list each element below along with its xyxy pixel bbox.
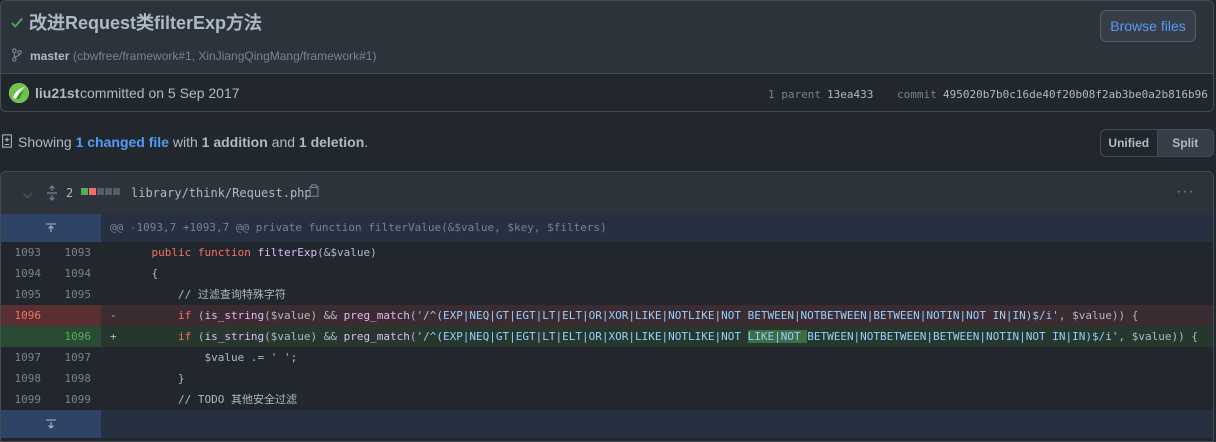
code-content: if (is_string($value) && preg_match('/^(… (177, 330, 1198, 343)
deleted-line: 1096 - if (is_string($value) && preg_mat… (1, 305, 1213, 326)
hunk-header-row: @@ -1093,7 +1093,7 @@ private function f… (1, 214, 1213, 242)
branch-refs: (cbwfree/framework#1, XinJiangQingMang/f… (73, 49, 377, 63)
expand-up-icon[interactable] (1, 214, 101, 242)
code-content: public function filterExp(&$value) (151, 246, 377, 259)
added-line: 1096 + if (is_string($value) && preg_mat… (1, 326, 1213, 347)
parent-label: 1 parent (768, 88, 821, 101)
old-line-number[interactable]: 1095 (1, 284, 42, 305)
code-line: 1095 1095 // 过滤查询特殊字符 (1, 284, 1213, 305)
addition-sign: + (110, 330, 117, 343)
new-line-number[interactable]: 1099 (51, 389, 92, 410)
copy-icon[interactable] (308, 184, 320, 198)
code-comment: // TODO 其他安全过滤 (125, 393, 297, 406)
author-name[interactable]: liu21st (35, 85, 79, 101)
diff-view-toggle: Unified Split (1100, 129, 1214, 157)
summary-with: with (168, 134, 202, 150)
code-content: $value .= ' '; (125, 351, 298, 364)
old-line-number[interactable]: 1096 (1, 305, 42, 326)
diffstat-del-block (89, 188, 96, 195)
old-line-number[interactable]: 1099 (1, 389, 42, 410)
old-line-number[interactable]: 1097 (1, 347, 42, 368)
additions-count: 1 addition (201, 134, 268, 150)
code-line: 1093 1093 public function filterExp(&$va… (1, 242, 1213, 263)
avatar[interactable] (9, 83, 29, 103)
summary-suffix: . (364, 134, 369, 150)
code-line: 1097 1097 $value .= ' '; (1, 347, 1213, 368)
commit-header: 改进Request类filterExp方法 Browse files maste… (0, 0, 1214, 112)
diff-table: @@ -1093,7 +1093,7 @@ private function f… (1, 214, 1213, 438)
deletion-sign: - (110, 309, 117, 322)
changed-files-link[interactable]: 1 changed file (76, 134, 169, 150)
new-line-number (51, 305, 91, 326)
code-content: { (125, 267, 159, 280)
diffstat-neutral-block (105, 188, 112, 195)
commit-label: commit (897, 88, 937, 101)
diffstat-neutral-block (113, 188, 120, 195)
old-line-number[interactable]: 1094 (1, 263, 42, 284)
unified-button[interactable]: Unified (1101, 130, 1158, 156)
old-line-number[interactable]: 1093 (1, 242, 42, 263)
file-path[interactable]: library/think/Request.php (131, 186, 312, 200)
summary-and: and (267, 134, 299, 150)
code-content: } (125, 372, 185, 385)
avatar-logo-icon (9, 83, 29, 103)
commit-title-bar: 改进Request类filterExp方法 Browse files maste… (1, 1, 1213, 74)
expand-down-icon[interactable] (1, 410, 101, 438)
new-line-number[interactable]: 1098 (51, 368, 92, 389)
file-header: ⌵ 2 library/think/Request.php ··· (1, 172, 1213, 215)
summary-prefix: Showing (18, 134, 76, 150)
diffstat-add-block (81, 188, 88, 195)
new-line-number[interactable]: 1095 (51, 284, 92, 305)
code-line: 1094 1094 { (1, 263, 1213, 284)
diffstat-neutral-block (97, 188, 104, 195)
hunk-footer-row (1, 410, 1213, 438)
branch-name[interactable]: master (30, 49, 69, 63)
new-line-number[interactable]: 1097 (51, 347, 92, 368)
new-line-number[interactable]: 1093 (51, 242, 92, 263)
file-diff-icon (2, 134, 12, 148)
browse-files-button[interactable]: Browse files (1100, 10, 1196, 42)
commit-sha: 495020b7b0c16de40f20b08f2ab3be0a2b816b96 (943, 88, 1208, 101)
code-content: if (is_string($value) && preg_match('/^(… (177, 309, 1139, 322)
more-options-icon[interactable]: ··· (1176, 183, 1195, 201)
expand-icon[interactable] (46, 185, 58, 201)
old-line-number (1, 326, 41, 347)
new-line-number[interactable]: 1096 (51, 326, 92, 347)
deletions-count: 1 deletion (298, 134, 365, 150)
check-icon (11, 17, 23, 28)
code-line: 1099 1099 // TODO 其他安全过滤 (1, 389, 1213, 410)
file-diff: ⌵ 2 library/think/Request.php ··· @@ -10… (0, 171, 1214, 442)
change-count: 2 (66, 186, 74, 200)
parent-sha-link[interactable]: 13ea433 (827, 88, 873, 101)
split-button[interactable]: Split (1157, 130, 1213, 156)
code-comment: // 过滤查询特殊字符 (125, 288, 286, 301)
code-line: 1098 1098 } (1, 368, 1213, 389)
commit-date: committed on 5 Sep 2017 (80, 85, 240, 101)
branch-icon (12, 48, 22, 62)
hunk-header: @@ -1093,7 +1093,7 @@ private function f… (110, 221, 607, 234)
commit-title: 改进Request类filterExp方法 (29, 13, 263, 33)
diff-summary: Showing 1 changed file with 1 addition a… (18, 134, 368, 150)
diffstat-blocks (81, 188, 120, 195)
old-line-number[interactable]: 1098 (1, 368, 42, 389)
new-line-number[interactable]: 1094 (51, 263, 92, 284)
chevron-down-icon[interactable]: ⌵ (23, 187, 32, 202)
